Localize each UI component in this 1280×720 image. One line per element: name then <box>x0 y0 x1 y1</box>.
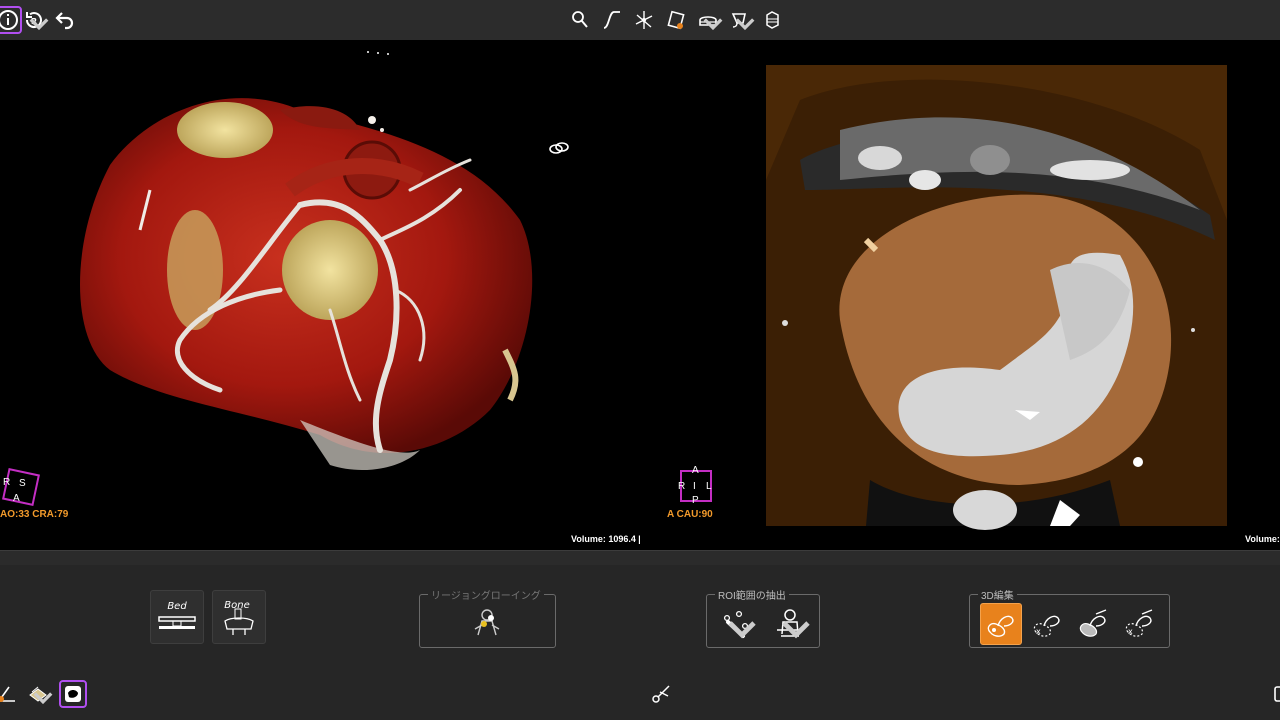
left-volume-label: Volume: 1096.4 [ml] <box>571 534 640 544</box>
chevron-down-icon <box>782 621 810 639</box>
curve-icon <box>603 11 620 29</box>
orient-r-right: R <box>678 481 686 492</box>
chevron-down-icon <box>703 18 723 31</box>
svg-text:x: x <box>1036 627 1041 636</box>
chevron-down-icon <box>735 18 755 31</box>
panel-toggle-button[interactable] <box>1268 680 1280 708</box>
cut-icon: x <box>1033 615 1060 637</box>
region-growing-group: リージョングローイング <box>419 587 556 648</box>
orient-a: A <box>13 493 20 504</box>
bed-removal-button[interactable]: Bed <box>150 590 204 644</box>
magnify-icon <box>572 11 588 28</box>
vr-viewport[interactable]: R S A AO:33 CRA:79 Volume: 1096.4 [ml] <box>0 40 640 550</box>
bone-removal-button[interactable]: Bone <box>212 590 266 644</box>
cube-icon <box>766 11 779 29</box>
rotate-reset-button[interactable]: R <box>20 6 49 34</box>
chevron-down-icon <box>29 18 49 31</box>
bed-label: Bed <box>167 601 187 612</box>
orient-l-right: L <box>706 481 712 492</box>
lasso-button[interactable] <box>726 6 755 34</box>
sculpt-icon <box>987 615 1014 637</box>
scissors-button[interactable] <box>647 679 675 707</box>
edit-3d-group: 3D編集 x x <box>969 587 1170 648</box>
remove-icon: x <box>1125 609 1153 637</box>
region-growing-icon <box>474 609 500 636</box>
info-button[interactable] <box>0 6 22 34</box>
undo-icon <box>55 12 74 30</box>
measure-box-button[interactable] <box>662 6 690 34</box>
edit-3d-cut-button[interactable]: x <box>1026 603 1068 645</box>
panel-icon <box>1274 686 1280 702</box>
orient-i-right: I <box>693 481 696 492</box>
ct-slice-viewport[interactable]: A R I L P A CAU:90 Volume: <box>640 40 1280 550</box>
region-growing-button[interactable] <box>466 603 508 643</box>
curve-button[interactable] <box>598 6 626 34</box>
orient-r: R <box>3 477 11 488</box>
edit-3d-title: 3D編集 <box>978 587 1017 602</box>
bottom-tool-panel: Bed Bone リージョングローイング ROI範囲の抽出 3D編集 x x <box>0 565 1280 720</box>
ct-slice-image <box>766 65 1227 530</box>
roi-extract-group: ROI範囲の抽出 <box>706 587 820 648</box>
crosshair-icon <box>635 11 653 29</box>
edit-3d-remove-button[interactable]: x <box>1118 603 1160 645</box>
orient-a-right: A <box>692 465 699 476</box>
scissors-icon <box>652 685 670 703</box>
right-volume-label: Volume: <box>1245 534 1280 544</box>
heart-3d-render <box>80 51 533 470</box>
roi-extract-title: ROI範囲の抽出 <box>715 587 789 602</box>
bone-icon: Bone <box>224 600 254 635</box>
chevron-down-icon <box>33 692 53 705</box>
orient-s: S <box>19 478 26 489</box>
viewport-area: R S A AO:33 CRA:79 Volume: 1096.4 [ml] <box>0 40 1280 550</box>
edit-3d-sculpt-button[interactable] <box>980 603 1022 645</box>
info-icon <box>0 10 18 30</box>
edit-3d-keep-button[interactable] <box>1072 603 1114 645</box>
panel-splitter[interactable] <box>0 550 1280 566</box>
angle-tool-button[interactable] <box>0 680 20 708</box>
bed-icon: Bed <box>158 601 196 629</box>
left-angle-label: AO:33 CRA:79 <box>0 509 69 520</box>
orient-p-right: P <box>692 495 699 506</box>
angle-icon <box>0 686 15 702</box>
chevron-down-icon <box>728 621 756 639</box>
magnify-button[interactable] <box>566 6 594 34</box>
roi-point-button[interactable] <box>715 603 757 645</box>
mask-view-button[interactable] <box>59 680 87 708</box>
right-angle-label: A CAU:90 <box>667 509 713 520</box>
top-toolbar: R <box>0 0 1280 40</box>
roi-body-button[interactable] <box>769 603 811 645</box>
table-button[interactable] <box>694 6 723 34</box>
crosshair-button[interactable] <box>630 6 658 34</box>
measure-box-icon <box>667 10 685 30</box>
cube-button[interactable] <box>758 6 786 34</box>
layers-button[interactable] <box>24 680 53 708</box>
keep-icon <box>1079 609 1107 637</box>
link-icon[interactable] <box>547 138 571 158</box>
mask-view-icon <box>65 686 81 702</box>
svg-text:x: x <box>1128 627 1133 636</box>
undo-button[interactable] <box>50 6 78 34</box>
region-growing-title: リージョングローイング <box>428 587 544 602</box>
